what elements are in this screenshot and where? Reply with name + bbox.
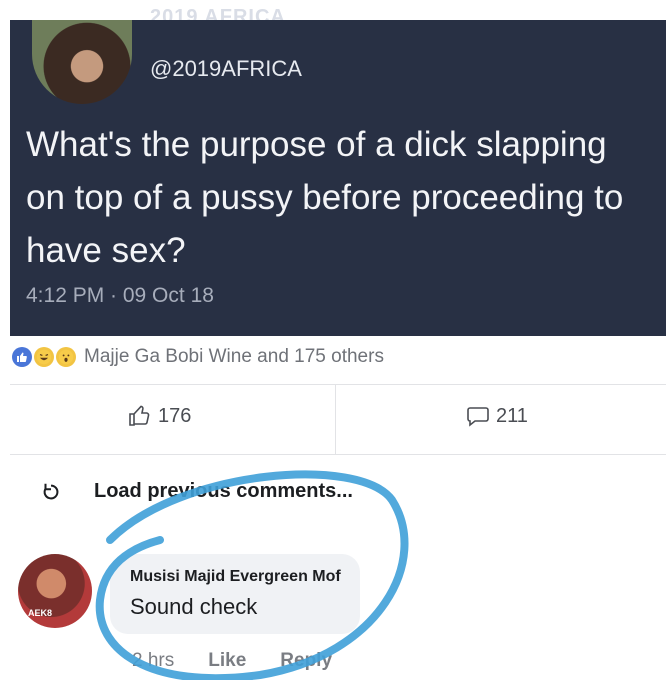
comment-author[interactable]: Musisi Majid Evergreen Mof (130, 568, 341, 586)
thumbs-up-icon (129, 405, 150, 426)
reactions-row[interactable]: Majje Ga Bobi Wine and 175 others (12, 342, 384, 372)
comment-count: 211 (496, 404, 528, 427)
comment-bubble: Musisi Majid Evergreen Mof Sound check (110, 554, 360, 634)
twitter-handle[interactable]: @2019AFRICA (150, 56, 302, 82)
profile-name-cut: 2019 AFRICA (150, 6, 286, 20)
comment-button[interactable]: 211 (466, 404, 528, 428)
haha-icon (34, 347, 54, 367)
wow-icon (56, 347, 76, 367)
divider-bottom (10, 454, 666, 455)
like-button[interactable]: 176 (128, 404, 191, 428)
avatar[interactable] (32, 20, 132, 104)
comment-time: 2 hrs (132, 650, 175, 671)
load-previous-comments[interactable]: Load previous comments... (40, 480, 353, 503)
comment-meta: 2 hrs Like Reply (132, 650, 332, 672)
load-previous-label: Load previous comments... (94, 480, 353, 502)
tweet-timestamp: 4:12 PM · 09 Oct 18 (26, 284, 214, 307)
action-separator (335, 384, 336, 454)
like-icon (12, 347, 32, 367)
refresh-icon (43, 483, 59, 499)
comment-icon (467, 407, 489, 427)
reactions-summary[interactable]: Majje Ga Bobi Wine and 175 others (84, 346, 384, 368)
comment-like-button[interactable]: Like (208, 650, 246, 672)
action-bar: 176 211 (10, 384, 666, 454)
tweet-text: What's the purpose of a dick slapping on… (26, 125, 624, 270)
comment-reply-button[interactable]: Reply (280, 650, 332, 672)
like-count: 176 (158, 404, 192, 427)
top-strip: 2019 AFRICA (0, 0, 668, 20)
commenter-avatar[interactable]: AEK8 (18, 554, 92, 628)
comment-text: Sound check (130, 594, 258, 619)
avatar-tag: AEK8 (28, 608, 53, 618)
tweet-card: @2019AFRICA What's the purpose of a dick… (10, 20, 666, 336)
